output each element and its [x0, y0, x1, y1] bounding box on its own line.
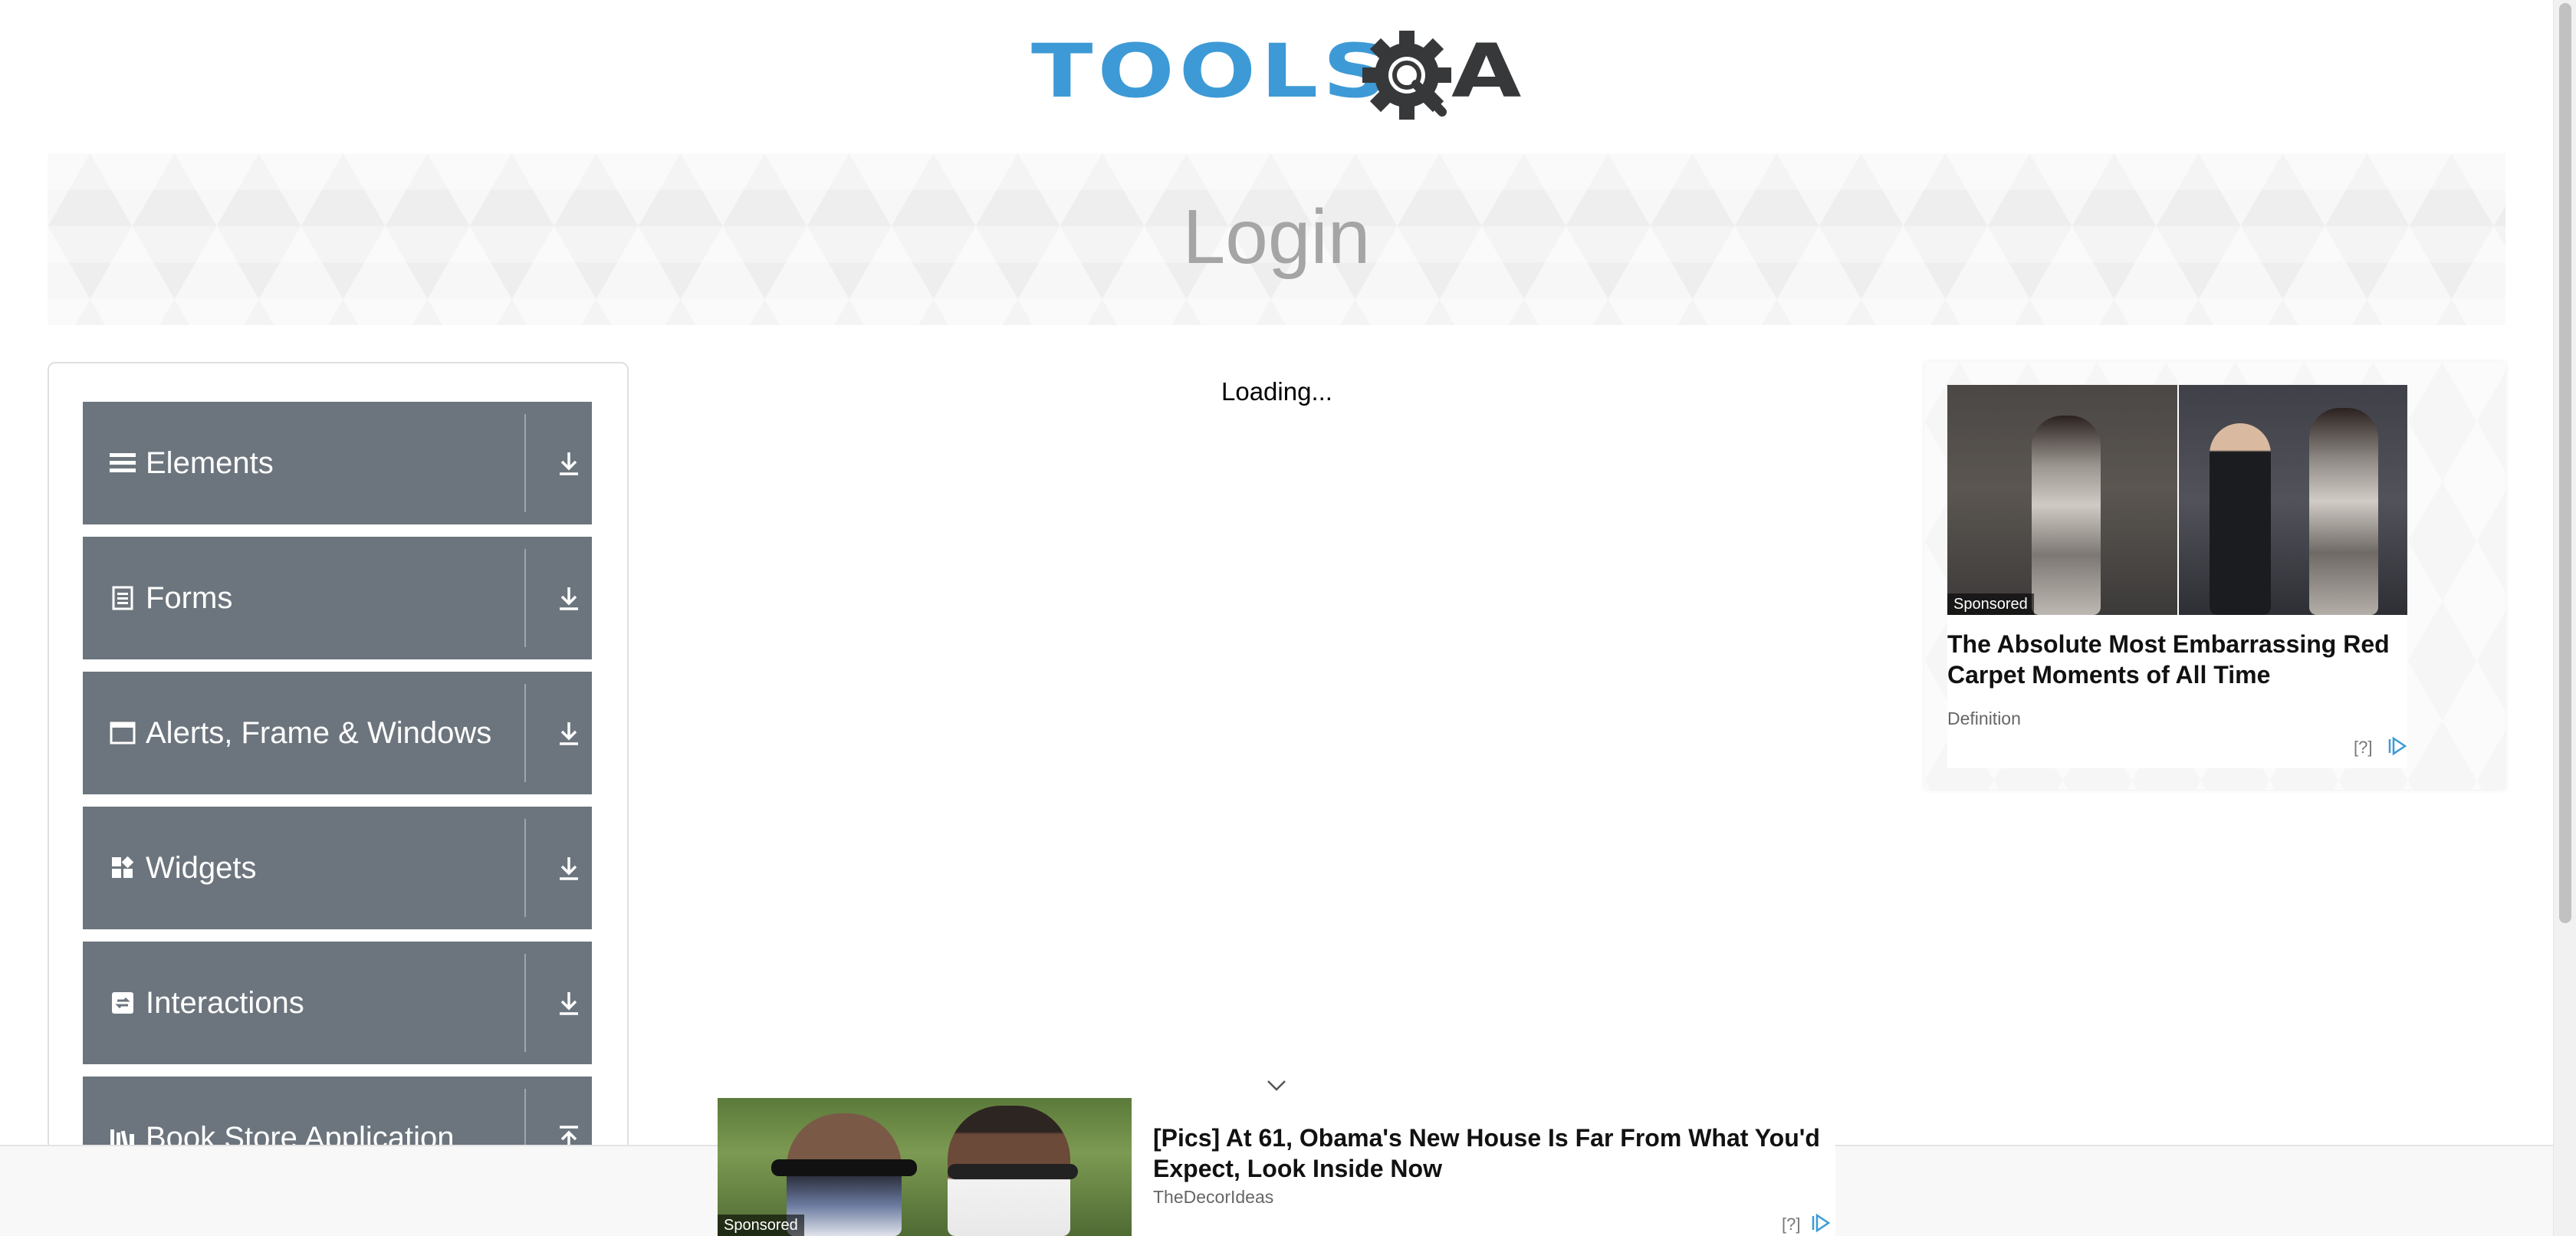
ad-image-right — [2179, 385, 2407, 615]
bottom-ad-source[interactable]: TheDecorIdeas — [1153, 1187, 1273, 1208]
sidebar-group-interactions[interactable]: Interactions — [83, 942, 592, 1064]
ad-card[interactable]: Sponsored The Absolute Most Embarrassing… — [1947, 385, 2407, 768]
bottom-ad-card[interactable]: Sponsored [Pics] At 61, Obama's New Hous… — [718, 1098, 1835, 1236]
divider — [524, 819, 526, 917]
download-arrow-icon[interactable] — [554, 448, 584, 478]
interactions-icon — [109, 989, 136, 1017]
logo-text-tools: TOOLS — [1031, 27, 1393, 114]
sidebar-group-label: Widgets — [146, 850, 257, 885]
bottom-ad-image[interactable]: Sponsored — [718, 1098, 1132, 1236]
sidebar-group-label: Interactions — [146, 985, 304, 1020]
sponsored-label: Sponsored — [718, 1215, 804, 1236]
sidebar-panel: Elements Forms Alerts, Frame & Windows W… — [48, 362, 629, 1236]
loading-text: Loading... — [1221, 377, 1332, 406]
ad-image-left — [1947, 385, 2177, 615]
window-icon — [109, 719, 136, 747]
page-title: Login — [1182, 194, 1371, 280]
ad-right-container: Sponsored The Absolute Most Embarrassing… — [1924, 362, 2505, 790]
vertical-scrollbar[interactable] — [2553, 0, 2576, 1236]
adchoices-icon[interactable] — [1811, 1213, 1831, 1233]
adchoices-icon[interactable] — [2387, 736, 2407, 756]
sidebar-group-elements[interactable]: Elements — [83, 402, 592, 524]
ad-help-link[interactable]: [?] — [2354, 738, 2372, 758]
download-arrow-icon[interactable] — [554, 583, 584, 613]
ad-help-link[interactable]: [?] — [1782, 1215, 1800, 1234]
sponsored-label: Sponsored — [1947, 593, 2034, 615]
ad-headline[interactable]: The Absolute Most Embarrassing Red Carpe… — [1947, 629, 2407, 690]
divider — [524, 414, 526, 512]
ad-source[interactable]: Definition — [1947, 708, 2021, 729]
sidebar-group-label: Elements — [146, 445, 274, 480]
ad-image[interactable]: Sponsored — [1947, 385, 2407, 615]
sidebar-group-label: Alerts, Frame & Windows — [146, 715, 492, 750]
gear-magnifier-icon — [1362, 31, 1451, 120]
sidebar-group-forms[interactable]: Forms — [83, 537, 592, 659]
sidebar-group-alerts[interactable]: Alerts, Frame & Windows — [83, 672, 592, 794]
divider — [524, 684, 526, 782]
chevron-down-icon[interactable] — [1265, 1073, 1288, 1096]
sidebar-group-label: Forms — [146, 580, 233, 615]
bottom-ad-headline[interactable]: [Pics] At 61, Obama's New House Is Far F… — [1153, 1123, 1828, 1184]
hamburger-icon — [109, 449, 136, 477]
divider — [524, 954, 526, 1052]
divider — [524, 549, 526, 647]
download-arrow-icon[interactable] — [554, 718, 584, 748]
download-arrow-icon[interactable] — [554, 988, 584, 1018]
toolsqa-logo[interactable]: TOOLS A — [1031, 23, 1530, 138]
page-banner: Login — [48, 153, 2505, 325]
widgets-icon — [109, 854, 136, 882]
download-arrow-icon[interactable] — [554, 853, 584, 883]
logo-text-a: A — [1451, 27, 1522, 114]
scrollbar-thumb[interactable] — [2559, 3, 2571, 923]
sidebar-group-widgets[interactable]: Widgets — [83, 807, 592, 929]
document-icon — [109, 584, 136, 612]
